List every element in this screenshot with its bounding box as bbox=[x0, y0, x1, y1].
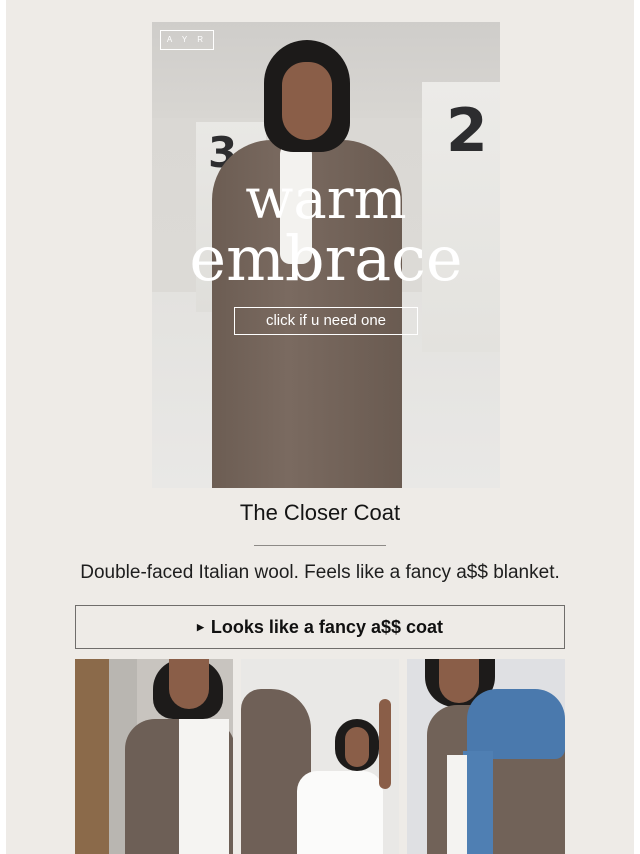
hero-cta-button[interactable]: click if u need one bbox=[234, 307, 418, 335]
play-arrow-icon: ▶ bbox=[196, 621, 204, 632]
gallery-image-2[interactable] bbox=[241, 659, 399, 854]
hero-image-link[interactable]: 3 2 A Y R warm embrace click if u need o… bbox=[152, 22, 500, 488]
parking-sign-2: 2 bbox=[446, 96, 488, 166]
product-title: The Closer Coat bbox=[239, 500, 401, 525]
title-divider bbox=[254, 545, 386, 546]
email-body: 3 2 A Y R warm embrace click if u need o… bbox=[6, 0, 634, 854]
model-shirt bbox=[297, 771, 383, 854]
hero-headline-line1: warm bbox=[245, 167, 407, 232]
product-description: Double-faced Italian wool. Feels like a … bbox=[80, 562, 560, 583]
model-arm bbox=[379, 699, 391, 789]
hero-headline-line2: embrace bbox=[189, 222, 463, 295]
denim-sleeve bbox=[463, 751, 493, 854]
model-shirt bbox=[447, 755, 467, 854]
model-face bbox=[169, 659, 209, 709]
gallery-image-3[interactable] bbox=[407, 659, 565, 854]
gallery-image-1[interactable] bbox=[75, 659, 233, 854]
model-shirt bbox=[179, 719, 229, 854]
model-face bbox=[439, 659, 479, 703]
shop-coat-button-label: Looks like a fancy a$$ coat bbox=[210, 616, 444, 637]
model-face bbox=[282, 62, 332, 140]
denim-jacket bbox=[467, 689, 565, 759]
brand-logo[interactable]: A Y R bbox=[160, 30, 214, 50]
model-face bbox=[345, 727, 369, 767]
brown-jacket bbox=[75, 659, 109, 854]
shop-coat-button[interactable]: ▶ Looks like a fancy a$$ coat bbox=[75, 605, 565, 649]
